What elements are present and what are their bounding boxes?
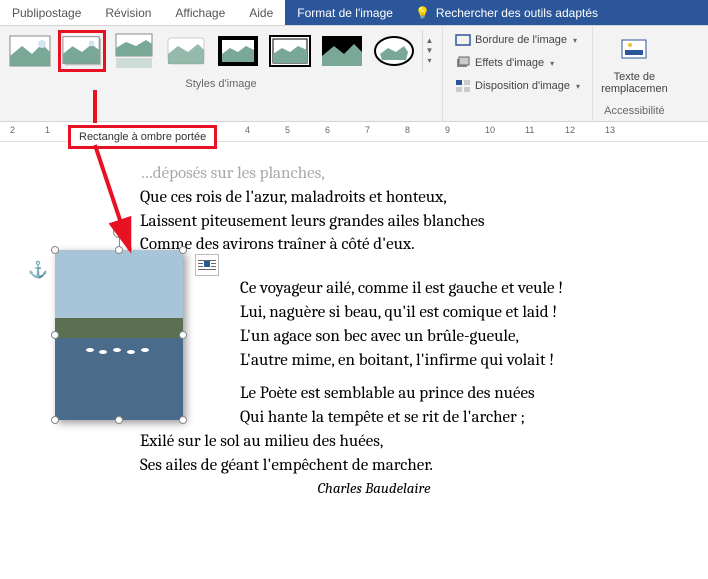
anchor-icon[interactable]: ⚓ [28,260,48,280]
dropdown-icon: ▾ [576,82,580,91]
alt-text-button[interactable] [618,34,650,66]
tab-format-image[interactable]: Format de l'image [285,0,405,25]
tab-revision[interactable]: Révision [93,0,163,25]
tab-aide[interactable]: Aide [237,0,285,25]
styles-group-label: Styles d'image [6,78,436,90]
picture-border-button[interactable]: Bordure de l'image ▾ [451,30,584,50]
ribbon: ▲ ▼ ▾ Styles d'image Bordure de l'image … [0,26,708,122]
style-simple-frame[interactable] [6,30,54,72]
dropdown-icon: ▾ [573,36,577,45]
chevron-down-icon: ▾ [427,56,431,66]
picture-format-group: Bordure de l'image ▾ Effets d'image ▾ Di… [443,26,593,121]
poem-line: Comme des avirons traîner à côté d'eux. [140,233,678,257]
style-oval[interactable] [370,30,418,72]
poem-line: L'autre mime, en boitant, l'infirme qui … [240,349,678,373]
poem-line: Laissent piteusement leurs grandes ailes… [140,210,678,234]
poem-author: Charles Baudelaire [70,478,678,499]
tab-publipostage[interactable]: Publipostage [0,0,93,25]
style-reflection[interactable] [110,30,158,72]
effects-icon [455,55,471,71]
poem-line: L'un agace son bec avec un brûle-gueule, [240,325,678,349]
resize-handle[interactable] [115,416,123,424]
picture-effects-button[interactable]: Effets d'image ▾ [451,53,584,73]
layout-options-button[interactable] [195,254,219,276]
search-placeholder: Rechercher des outils adaptés [436,6,598,20]
resize-handle[interactable] [51,331,59,339]
poem-line: Exilé sur le sol au milieu des huées, [140,430,678,454]
style-drop-shadow-rectangle[interactable] [58,30,106,72]
resize-handle[interactable] [51,416,59,424]
poem-line: Qui hante la tempête et se rit de l'arch… [240,406,678,430]
resize-handle[interactable] [179,246,187,254]
style-black-frame[interactable] [214,30,262,72]
chevron-up-icon: ▲ [426,36,434,46]
document-page: …déposés sur les planches, Que ces rois … [0,142,708,579]
rotate-handle[interactable]: ↻ [113,226,125,238]
picture-layout-button[interactable]: Disposition d'image ▾ [451,76,584,96]
poem-line: Lui, naguère si beau, qu'il est comique … [240,301,678,325]
picture-styles-group: ▲ ▼ ▾ Styles d'image [0,26,443,121]
resize-handle[interactable] [51,246,59,254]
tell-me-search[interactable]: 💡 Rechercher des outils adaptés [405,0,708,25]
styles-expand-button[interactable]: ▲ ▼ ▾ [422,30,436,72]
access-group-label: Accessibilité [604,105,665,117]
style-thick-matte[interactable] [318,30,366,72]
accessibility-group: Texte de remplacemen Accessibilité [593,26,676,121]
lightbulb-icon: 💡 [415,6,430,20]
inserted-image[interactable]: ↻ [55,250,183,420]
poem-line: Ce voyageur ailé, comme il est gauche et… [240,277,678,301]
poem-line: Que ces rois de l'azur, maladroits et ho… [140,186,678,210]
style-compound-frame[interactable] [266,30,314,72]
style-soft-edge[interactable] [162,30,210,72]
alt-text-label1: Texte de [601,71,668,83]
resize-handle[interactable] [115,246,123,254]
chevron-down-icon: ▼ [426,46,434,56]
alt-text-label2: remplacemen [601,83,668,95]
ribbon-tabs: Publipostage Révision Affichage Aide For… [0,0,708,26]
layout-icon [455,78,471,94]
poem-line: Ses ailes de géant l'empêchent de marche… [140,454,678,478]
poem-line: Le Poète est semblable au prince des nué… [240,382,678,406]
resize-handle[interactable] [179,331,187,339]
tab-affichage[interactable]: Affichage [163,0,237,25]
border-icon [455,32,471,48]
dropdown-icon: ▾ [550,59,554,68]
poem-line-partial: …déposés sur les planches, [140,162,678,186]
resize-handle[interactable] [179,416,187,424]
style-tooltip: Rectangle à ombre portée [68,125,217,149]
